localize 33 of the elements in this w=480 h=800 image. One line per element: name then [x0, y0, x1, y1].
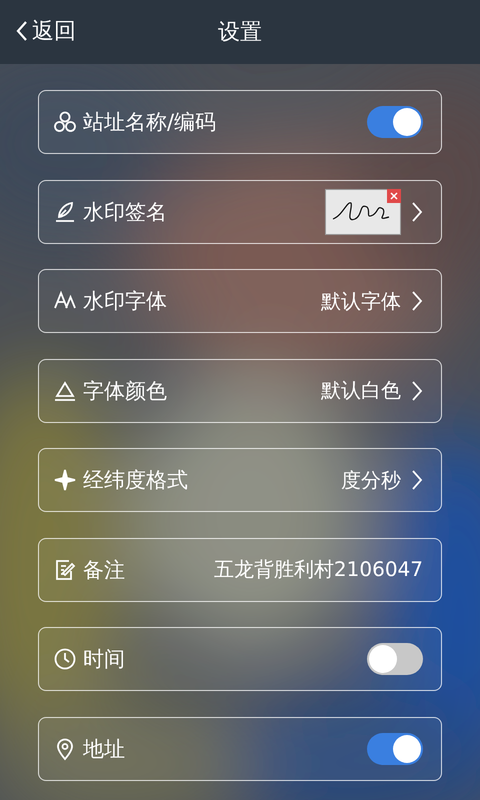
- delete-icon[interactable]: [387, 188, 401, 202]
- pen-icon: [53, 200, 77, 224]
- setting-label: 地址: [83, 736, 125, 762]
- triangle-icon: [53, 378, 77, 402]
- chevron-icon: [411, 290, 423, 312]
- nodes-icon: [53, 110, 77, 134]
- setting-value: 默认字体: [321, 288, 401, 314]
- settings-row[interactable]: 水印字体 默认字体: [38, 269, 442, 333]
- setting-label: 字体颜色: [83, 378, 167, 404]
- note-icon: [53, 558, 77, 582]
- settings-row[interactable]: 水印签名: [38, 180, 442, 244]
- setting-value: 默认白色: [321, 377, 401, 404]
- page-title: 设置: [218, 19, 262, 47]
- clock-icon: [53, 647, 77, 671]
- settings-row[interactable]: 站址名称/编码: [38, 90, 442, 154]
- settings-row[interactable]: 备注 五龙背胜利村2106047: [38, 538, 442, 602]
- back-icon: [16, 20, 28, 42]
- chevron-icon: [411, 380, 423, 402]
- back-button[interactable]: 返回: [16, 16, 76, 46]
- setting-label: 水印签名: [83, 198, 167, 226]
- setting-label: 水印字体: [83, 288, 167, 315]
- note-text: 五龙背胜利村2106047: [214, 556, 423, 583]
- settings-row[interactable]: 时间: [38, 627, 442, 691]
- setting-label: 站址名称/编码: [83, 109, 216, 136]
- setting-label: 备注: [83, 556, 125, 584]
- chevron-icon: [411, 469, 423, 491]
- settings-row[interactable]: 地址: [38, 716, 442, 780]
- setting-value: 度分秒: [341, 466, 401, 494]
- settings-row[interactable]: 经纬度格式 度分秒: [38, 448, 442, 512]
- settings-row[interactable]: 字体颜色 默认白色: [38, 358, 442, 422]
- chevron-icon: [411, 200, 423, 222]
- setting-label: 经纬度格式: [83, 467, 188, 494]
- setting-label: 时间: [83, 646, 125, 673]
